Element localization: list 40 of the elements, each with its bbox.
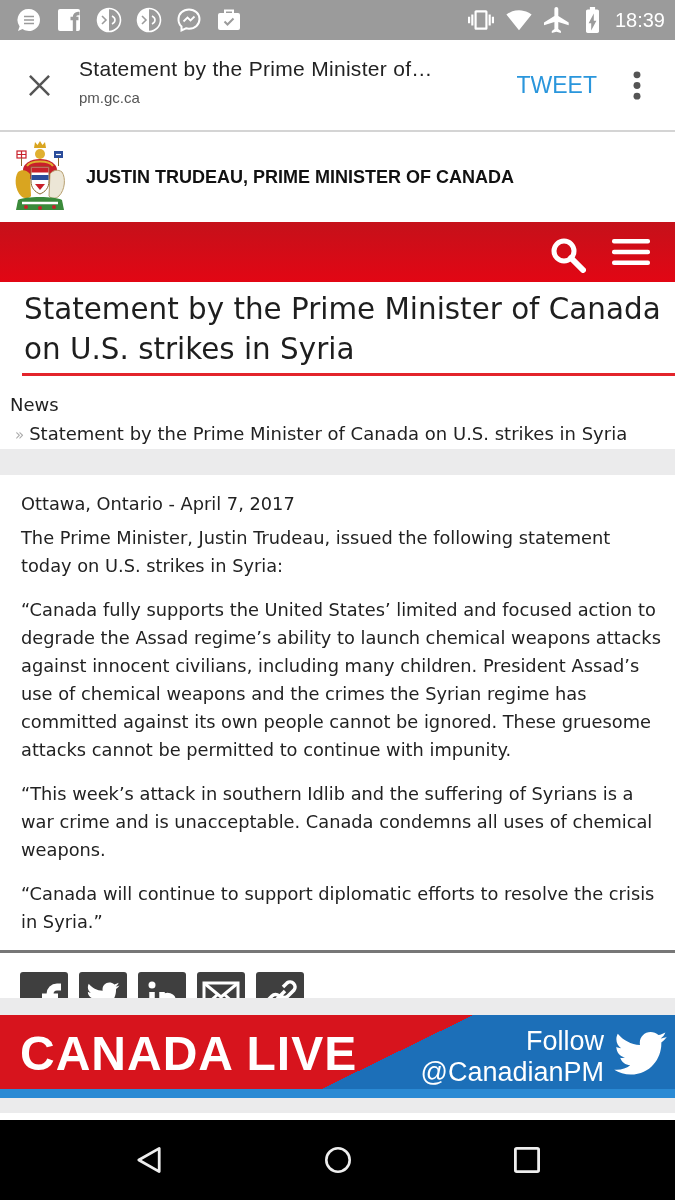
article-paragraph: “This week’s attack in southern Idlib and the suffering of Syrians is a war crime and is unacceptable. Canada condemns all uses of chemical weapons.	[21, 782, 654, 862]
briefcase-check-icon	[216, 7, 242, 33]
link-icon[interactable]	[256, 972, 304, 998]
recents-icon[interactable]	[513, 1146, 540, 1174]
twitter-icon[interactable]	[79, 972, 127, 998]
vibrate-icon	[467, 7, 494, 33]
linkedin-icon[interactable]	[138, 972, 186, 998]
close-icon[interactable]	[28, 73, 51, 97]
breadcrumb-current: Statement by the Prime Minister of Canada on U.S. strikes in Syria	[29, 422, 628, 446]
page-url: pm.gc.ca	[79, 88, 141, 108]
home-icon[interactable]	[324, 1146, 351, 1174]
wifi-icon	[505, 7, 532, 33]
menu-icon[interactable]	[612, 239, 650, 265]
facebook-icon	[56, 7, 82, 33]
article-paragraph: “Canada fully supports the United States’ limited and focused action to degrade the Assad regime’s ability to launch chemical weapons attacks against innocent civilians, including many children. President Assad’s use of chemical weapons and the crimes the Syrian regime has committed against its own people cannot be ignored. These gruesome attacks cannot be permitted to continue with impunity.	[21, 598, 662, 762]
search-icon[interactable]	[550, 237, 586, 273]
chat-bubble-icon	[176, 7, 202, 33]
status-time: 18:39	[614, 8, 665, 32]
airplane-icon	[543, 7, 570, 33]
emblem-icon	[136, 7, 162, 33]
twitter-handle: @CanadianPM	[420, 1056, 604, 1088]
site-title[interactable]: JUSTIN TRUDEAU, PRIME MINISTER OF CANADA	[86, 166, 514, 188]
battery-charging-icon	[585, 7, 599, 33]
follow-banner[interactable]: CANADA LIVE Follow @CanadianPM	[0, 1015, 675, 1098]
bird-icon	[614, 1030, 668, 1075]
email-icon[interactable]	[197, 972, 245, 998]
breadcrumb-separator: »	[15, 425, 25, 446]
dateline: Ottawa, Ontario - April 7, 2017	[21, 492, 296, 516]
article-paragraph: “Canada will continue to support diplomatic efforts to resolve the crisis in Syria.”	[21, 882, 656, 934]
follow-label: Follow	[525, 1025, 604, 1057]
facebook-icon[interactable]	[20, 972, 68, 998]
article-paragraph: The Prime Minister, Justin Trudeau, issued the following statement today on U.S. strikes in Syria:	[21, 526, 612, 578]
article-title: Statement by the Prime Minister of Canada on U.S. strikes in Syria	[24, 291, 662, 368]
back-icon[interactable]	[135, 1146, 162, 1174]
banner-title: CANADA LIVE	[20, 1026, 358, 1081]
emblem-icon	[96, 7, 122, 33]
breadcrumb-link[interactable]: News	[10, 394, 59, 415]
more-options-icon[interactable]	[633, 70, 641, 100]
chat-bubble-icon	[16, 7, 42, 33]
page-title: Statement by the Prime Minister of…	[79, 56, 434, 82]
